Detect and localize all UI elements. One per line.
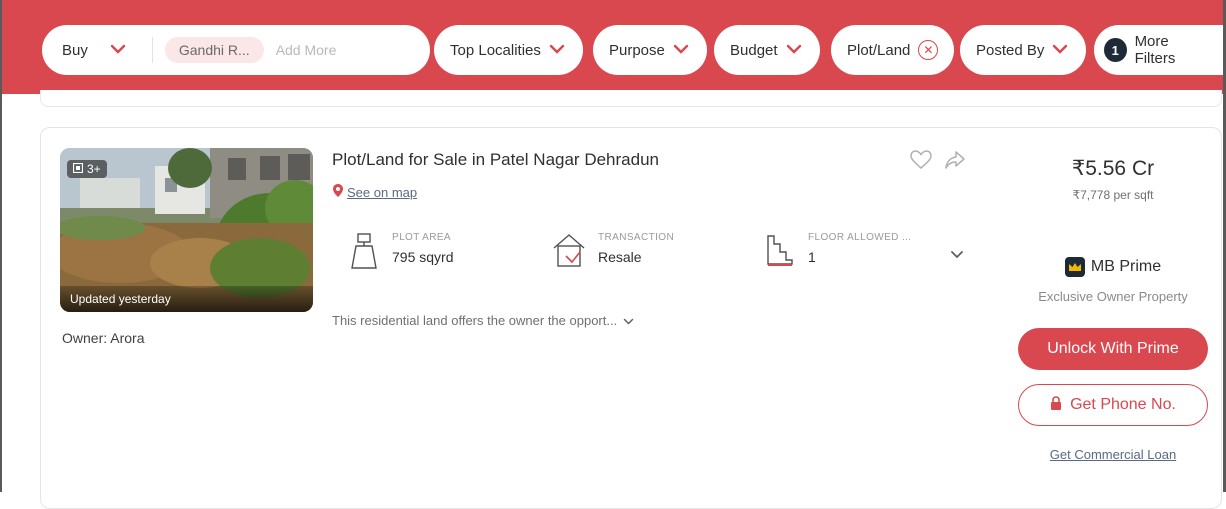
spec-value: 795 sqyrd: [392, 249, 454, 265]
remove-filter-icon[interactable]: ✕: [918, 40, 939, 60]
divider: [151, 37, 153, 63]
expand-specs-chevron-icon[interactable]: [950, 246, 964, 264]
commercial-loan-link[interactable]: Get Commercial Loan: [1020, 447, 1206, 462]
filter-label: Top Localities: [450, 41, 541, 59]
listing-title[interactable]: Plot/Land for Sale in Patel Nagar Dehrad…: [332, 150, 659, 170]
exclusive-owner-label: Exclusive Owner Property: [1038, 289, 1188, 304]
price-per-sqft: ₹7,778 per sqft: [1072, 188, 1154, 202]
filter-purpose[interactable]: Purpose: [593, 25, 707, 75]
spec-label: PLOT AREA: [392, 232, 451, 243]
get-phone-button[interactable]: Get Phone No.: [1018, 384, 1208, 426]
description-text: This residential land offers the owner t…: [332, 313, 618, 328]
buy-dropdown[interactable]: Buy: [62, 42, 128, 59]
mb-prime-badge: MB Prime: [1020, 257, 1206, 277]
filter-label: Plot/Land: [847, 41, 911, 59]
more-filters-button[interactable]: 1 More Filters: [1094, 25, 1225, 75]
more-filters-label: More Filters: [1134, 33, 1176, 67]
filter-bar: Buy Gandhi R... Add More Top Localities …: [2, 0, 1225, 94]
gallery-icon: [72, 162, 84, 176]
spec-label: FLOOR ALLOWED ...: [808, 232, 912, 243]
chevron-down-icon: [673, 44, 691, 56]
unlock-with-prime-button[interactable]: Unlock With Prime: [1018, 328, 1208, 370]
heart-icon[interactable]: [910, 150, 932, 175]
prime-label: MB Prime: [1090, 258, 1162, 275]
chevron-down-icon[interactable]: [623, 313, 634, 328]
spec-label: TRANSACTION: [598, 232, 675, 243]
spec-plot-area: PLOT AREA 795 sqyrd: [348, 232, 453, 277]
spec-floors-allowed: FLOOR ALLOWED ... 1: [764, 232, 912, 273]
map-link-row[interactable]: See on map: [333, 184, 417, 200]
chevron-down-icon: [549, 44, 567, 56]
image-count: 3+: [87, 162, 101, 176]
crown-icon: [1064, 257, 1085, 277]
location-pin-icon: [333, 184, 343, 200]
see-on-map-link[interactable]: See on map: [347, 185, 417, 200]
filter-top-localities[interactable]: Top Localities: [434, 25, 583, 75]
lock-icon: [1050, 395, 1062, 415]
add-more-input[interactable]: Add More: [276, 42, 337, 58]
filter-plot-land[interactable]: Plot/Land ✕: [831, 25, 955, 75]
image-count-badge[interactable]: 3+: [67, 160, 107, 178]
plot-area-icon: [348, 232, 380, 277]
filter-label: Budget: [730, 41, 778, 59]
previous-listing-card: [40, 90, 1222, 107]
chevron-down-icon: [1052, 44, 1070, 56]
transaction-icon: [552, 232, 586, 273]
spec-value: Resale: [598, 249, 642, 265]
buy-label: Buy: [62, 41, 88, 59]
floors-icon: [764, 232, 796, 273]
filter-label: Purpose: [609, 41, 665, 59]
get-phone-label: Get Phone No.: [1070, 396, 1176, 413]
price: ₹5.56 Cr: [1071, 157, 1155, 180]
owner-name: Owner: Arora: [62, 330, 145, 346]
chevron-down-icon: [786, 44, 804, 56]
filter-label: Posted By: [976, 41, 1045, 59]
filter-budget[interactable]: Budget: [714, 25, 820, 75]
spec-transaction: TRANSACTION Resale: [552, 232, 674, 273]
more-filters-count: 1: [1104, 38, 1127, 62]
chevron-down-icon: [110, 44, 128, 56]
filter-posted-by[interactable]: Posted By: [960, 25, 1087, 75]
search-pill[interactable]: Buy Gandhi R... Add More: [42, 25, 430, 75]
updated-label: Updated yesterday: [60, 286, 313, 312]
description[interactable]: This residential land offers the owner t…: [332, 313, 634, 328]
share-icon[interactable]: [944, 150, 966, 175]
spec-value: 1: [808, 249, 816, 265]
location-chip[interactable]: Gandhi R...: [164, 37, 264, 63]
